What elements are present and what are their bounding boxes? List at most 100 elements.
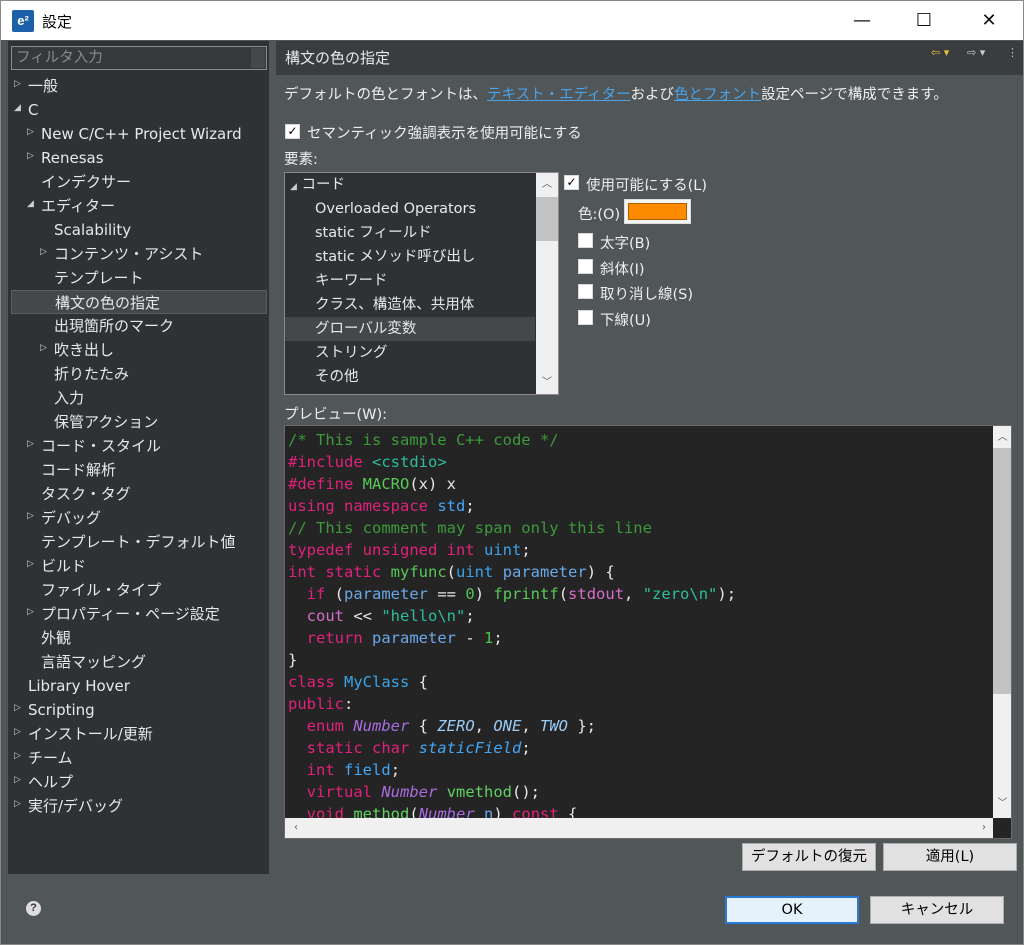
chevron-down-icon[interactable]: ﹀ bbox=[993, 794, 1011, 814]
collapsed-arrow-icon[interactable]: ▷ bbox=[27, 434, 34, 454]
tree-item[interactable]: ▷ ビルド bbox=[8, 554, 267, 578]
tree-item[interactable]: ◢ C bbox=[8, 98, 267, 122]
list-item[interactable]: グローバル変数 bbox=[285, 317, 535, 341]
tree-item[interactable]: Library Hover bbox=[8, 674, 267, 698]
collapsed-arrow-icon[interactable]: ▷ bbox=[27, 554, 34, 574]
tree-item[interactable]: ▷ インストール/更新 bbox=[8, 722, 267, 746]
tree-item-label: テンプレート bbox=[54, 269, 144, 287]
tree-item[interactable]: 外観 bbox=[8, 626, 267, 650]
minimize-button[interactable]: — bbox=[839, 1, 885, 40]
filter-clear-button[interactable] bbox=[251, 48, 265, 68]
list-item[interactable]: キーワード bbox=[285, 269, 535, 293]
tree-item[interactable]: 保管アクション bbox=[8, 410, 267, 434]
filter-input[interactable]: フィルタ入力 bbox=[11, 46, 267, 70]
tree-item-label: 一般 bbox=[28, 77, 59, 95]
tree-item[interactable]: コード解析 bbox=[8, 458, 267, 482]
tree-item[interactable]: テンプレート・デフォルト値 bbox=[8, 530, 267, 554]
tree-item[interactable]: ▷ 実行/デバッグ bbox=[8, 794, 267, 818]
tree-item[interactable]: 出現箇所のマーク bbox=[8, 314, 267, 338]
tree-item[interactable]: ◢ エディター bbox=[8, 194, 267, 218]
tree-item[interactable]: ▷ Scripting bbox=[8, 698, 267, 722]
tree-item-label: テンプレート・デフォルト値 bbox=[41, 533, 236, 551]
strikethrough-label: 取り消し線(S) bbox=[600, 287, 694, 303]
maximize-button[interactable]: ☐ bbox=[901, 1, 947, 40]
list-item[interactable]: その他 bbox=[285, 365, 535, 389]
collapsed-arrow-icon[interactable]: ▷ bbox=[40, 338, 47, 358]
chevron-left-icon[interactable]: ‹ bbox=[285, 818, 307, 838]
chevron-up-icon[interactable]: ︿ bbox=[536, 175, 558, 195]
preview-scroll-thumb[interactable] bbox=[993, 448, 1011, 694]
strikethrough-checkbox[interactable] bbox=[578, 284, 593, 299]
tree-item-label: Scalability bbox=[54, 221, 132, 239]
colors-fonts-link[interactable]: 色とフォント bbox=[674, 87, 761, 103]
ok-button[interactable]: OK bbox=[725, 896, 859, 924]
close-button[interactable]: ✕ bbox=[966, 1, 1012, 40]
expanded-arrow-icon[interactable]: ◢ bbox=[27, 194, 34, 214]
tree-item[interactable]: 構文の色の指定 bbox=[11, 290, 267, 314]
collapsed-arrow-icon[interactable]: ▷ bbox=[27, 146, 34, 166]
page-title: 構文の色の指定 bbox=[276, 41, 1023, 75]
element-list[interactable]: ◢ コード Overloaded Operators static フィールド st… bbox=[284, 172, 559, 395]
tree-item[interactable]: ファイル・タイプ bbox=[8, 578, 267, 602]
tree-item[interactable]: タスク・タグ bbox=[8, 482, 267, 506]
tree-item[interactable]: 言語マッピング bbox=[8, 650, 267, 674]
underline-checkbox[interactable] bbox=[578, 310, 593, 325]
help-icon[interactable]: ? bbox=[26, 901, 41, 916]
collapsed-arrow-icon[interactable]: ▷ bbox=[14, 746, 21, 766]
tree-item[interactable]: ▷ New C/C++ Project Wizard bbox=[8, 122, 267, 146]
text-editor-link[interactable]: テキスト・エディター bbox=[487, 87, 631, 103]
enable-checkbox[interactable]: ✓ bbox=[564, 175, 579, 190]
list-category[interactable]: ◢ コード bbox=[285, 173, 535, 197]
collapsed-arrow-icon[interactable]: ▷ bbox=[27, 506, 34, 526]
collapsed-arrow-icon[interactable]: ▷ bbox=[27, 602, 34, 622]
tree-item[interactable]: 入力 bbox=[8, 386, 267, 410]
tree-item[interactable]: Scalability bbox=[8, 218, 267, 242]
collapsed-arrow-icon[interactable]: ▷ bbox=[14, 74, 21, 94]
tree-item-label: 入力 bbox=[54, 389, 85, 407]
collapsed-arrow-icon[interactable]: ▷ bbox=[14, 794, 21, 814]
collapsed-arrow-icon[interactable]: ▷ bbox=[14, 698, 21, 718]
color-picker-button[interactable] bbox=[624, 199, 691, 224]
tree-item[interactable]: ▷ デバッグ bbox=[8, 506, 267, 530]
tree-item[interactable]: ▷ プロパティー・ページ設定 bbox=[8, 602, 267, 626]
view-menu-icon[interactable]: ⋮ bbox=[1007, 46, 1018, 59]
tree-item[interactable]: テンプレート bbox=[8, 266, 267, 290]
element-list-scroll-thumb[interactable] bbox=[536, 197, 558, 241]
tree-item[interactable]: ▷ コンテンツ・アシスト bbox=[8, 242, 267, 266]
tree-item[interactable]: インデクサー bbox=[8, 170, 267, 194]
tree-item[interactable]: ▷ チーム bbox=[8, 746, 267, 770]
list-item[interactable]: クラス、構造体、共用体 bbox=[285, 293, 535, 317]
collapsed-arrow-icon[interactable]: ▷ bbox=[27, 122, 34, 142]
apply-button[interactable]: 適用(L) bbox=[883, 843, 1017, 871]
cancel-button[interactable]: キャンセル bbox=[870, 896, 1004, 924]
code-preview[interactable]: /* This is sample C++ code */ #include <… bbox=[284, 425, 1012, 839]
tree-item-label: 出現箇所のマーク bbox=[54, 317, 175, 335]
italic-checkbox[interactable] bbox=[578, 259, 593, 274]
tree-item[interactable]: 折りたたみ bbox=[8, 362, 267, 386]
forward-arrow-icon[interactable]: ⇨ ▾ bbox=[967, 46, 985, 59]
list-item[interactable]: Overloaded Operators bbox=[285, 197, 535, 221]
tree-item-label: コンテンツ・アシスト bbox=[54, 245, 204, 263]
list-item[interactable]: static フィールド bbox=[285, 221, 535, 245]
tree-item[interactable]: ▷ コード・スタイル bbox=[8, 434, 267, 458]
chevron-down-icon[interactable]: ﹀ bbox=[536, 373, 558, 393]
desc-text: および bbox=[630, 87, 675, 103]
list-item[interactable]: ストリング bbox=[285, 341, 535, 365]
semantic-highlighting-checkbox[interactable]: ✓ bbox=[285, 124, 300, 139]
preview-label: プレビュー(W): bbox=[284, 407, 388, 423]
chevron-right-icon[interactable]: › bbox=[973, 818, 995, 838]
collapsed-arrow-icon[interactable]: ▷ bbox=[14, 770, 21, 790]
tree-item[interactable]: ▷ 吹き出し bbox=[8, 338, 267, 362]
tree-item[interactable]: ▷ ヘルプ bbox=[8, 770, 267, 794]
tree-item[interactable]: ▷ 一般 bbox=[8, 74, 267, 98]
expanded-arrow-icon[interactable]: ◢ bbox=[14, 98, 21, 118]
collapsed-arrow-icon[interactable]: ▷ bbox=[14, 722, 21, 742]
back-arrow-icon[interactable]: ⇦ ▾ bbox=[931, 46, 949, 59]
tree-item[interactable]: ▷ Renesas bbox=[8, 146, 267, 170]
list-item[interactable]: static メソッド呼び出し bbox=[285, 245, 535, 269]
preview-horizontal-scrollbar[interactable] bbox=[285, 818, 993, 838]
chevron-up-icon[interactable]: ︿ bbox=[993, 428, 1011, 448]
bold-checkbox[interactable] bbox=[578, 233, 593, 248]
restore-defaults-button[interactable]: デフォルトの復元(T) bbox=[742, 843, 876, 891]
collapsed-arrow-icon[interactable]: ▷ bbox=[40, 242, 47, 262]
